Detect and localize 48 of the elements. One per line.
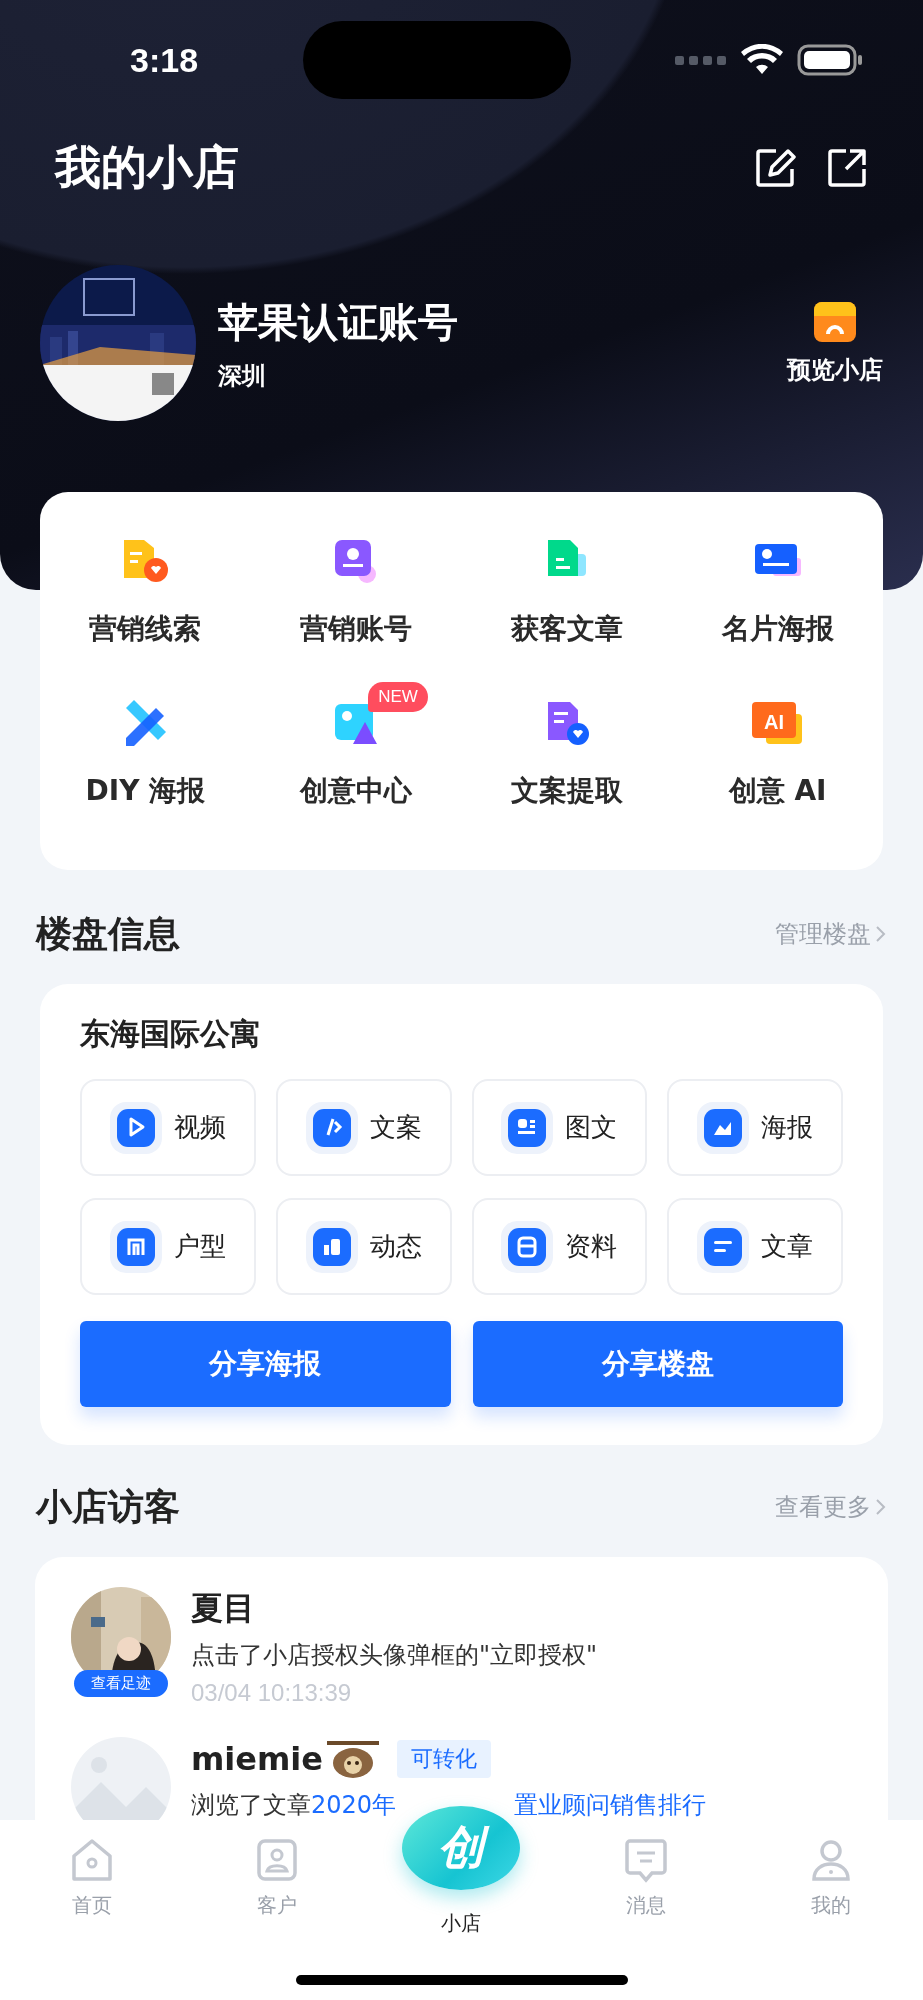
tool-button[interactable]: AI 创意 AI bbox=[728, 698, 827, 810]
property-name: 东海国际公寓 bbox=[80, 1015, 261, 1053]
share-button[interactable]: 分享楼盘 bbox=[472, 1321, 843, 1407]
id-card-icon bbox=[501, 1101, 554, 1154]
new-badge: NEW bbox=[368, 682, 428, 712]
section-title: 小店访客 bbox=[36, 1484, 180, 1529]
bar-chart-icon bbox=[305, 1220, 358, 1273]
code-icon bbox=[305, 1101, 358, 1154]
preview-shop-button[interactable]: 预览小店 bbox=[787, 300, 883, 386]
text-lines-icon bbox=[697, 1220, 750, 1273]
action-tile[interactable]: 户型 bbox=[80, 1198, 256, 1295]
play-icon bbox=[109, 1101, 162, 1154]
shop-icon bbox=[812, 300, 858, 344]
tool-button[interactable]: 营销账号 bbox=[300, 536, 413, 648]
chevron-right-icon bbox=[875, 1497, 887, 1517]
visitor-activity: 点击了小店授权头像弹框的"立即授权" bbox=[191, 1640, 598, 1671]
tool-button[interactable]: 文案提取 bbox=[510, 698, 623, 810]
visit-time: 03/04 10:13:39 bbox=[191, 1679, 353, 1707]
chart-icon bbox=[697, 1101, 750, 1154]
article-link[interactable]: 2020年 bbox=[311, 1791, 397, 1819]
action-tile[interactable]: 资料 bbox=[471, 1198, 648, 1295]
share-icon[interactable] bbox=[826, 146, 868, 189]
tool-button[interactable]: 名片海报 bbox=[721, 536, 834, 648]
status-time: 3:18 bbox=[130, 40, 199, 80]
wifi-icon bbox=[741, 44, 783, 76]
chevron-right-icon bbox=[875, 924, 887, 944]
visitor-name: 夏目 bbox=[191, 1588, 255, 1629]
footprint-button[interactable]: 查看足迹 bbox=[74, 1670, 168, 1697]
tool-button[interactable]: 获客文章 bbox=[510, 536, 623, 648]
share-button[interactable]: 分享海报 bbox=[80, 1321, 451, 1407]
section-title: 楼盘信息 bbox=[36, 911, 180, 956]
status-tag: 可转化 bbox=[397, 1740, 492, 1778]
action-tile[interactable]: 视频 bbox=[80, 1079, 256, 1176]
page-title: 我的小店 bbox=[55, 138, 239, 196]
account-name: 苹果认证账号 bbox=[218, 297, 459, 347]
action-tile[interactable]: 动态 bbox=[275, 1198, 452, 1295]
action-tile[interactable]: 图文 bbox=[471, 1079, 648, 1176]
tab-item[interactable]: 小店 bbox=[369, 1910, 554, 1937]
action-tile[interactable]: 海报 bbox=[667, 1079, 843, 1176]
account-city: 深圳 bbox=[218, 360, 267, 392]
battery-icon bbox=[797, 44, 863, 76]
visitor-name: miemie bbox=[191, 1740, 324, 1778]
action-tile[interactable]: 文章 bbox=[667, 1198, 843, 1295]
action-tile[interactable]: 文案 bbox=[275, 1079, 452, 1176]
signal-icon bbox=[675, 54, 727, 66]
edit-icon[interactable] bbox=[754, 146, 796, 189]
tool-button[interactable]: 营销线索 bbox=[89, 536, 202, 648]
tool-button[interactable]: DIY 海报 bbox=[85, 698, 206, 810]
